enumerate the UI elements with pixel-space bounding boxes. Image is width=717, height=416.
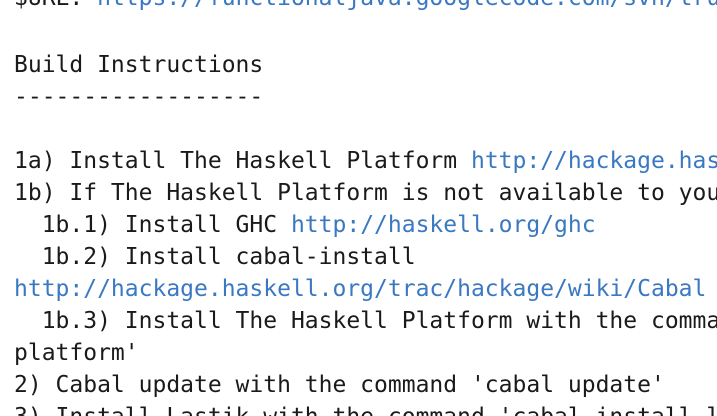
step-1a-line: 1a) Install The Haskell Platform http://… (14, 145, 717, 177)
haskell-platform-link[interactable]: http://hackage.has (471, 148, 717, 174)
step-1a-text: 1a) Install The Haskell Platform (14, 148, 471, 174)
step-2-line: 2) Cabal update with the command 'cabal … (14, 372, 665, 398)
step-1b2-line: 1b.2) Install cabal-install (14, 244, 416, 270)
step-1b1-text: 1b.1) Install GHC (14, 212, 291, 238)
readme-text-view: $URL: https://functionaljava.googlecode.… (0, 0, 717, 416)
source-url-link[interactable]: https://functionaljava.googlecode.com/sv… (97, 0, 717, 11)
step-1b1-line: 1b.1) Install GHC http://haskell.org/ghc (14, 209, 596, 241)
cabal-wiki-line: http://hackage.haskell.org/trac/hackage/… (14, 273, 706, 305)
source-url-line: $URL: https://functionaljava.googlecode.… (14, 0, 717, 14)
step-3-line: 3) Install Lastik with the command 'caba… (14, 401, 717, 416)
heading-underline: ------------------ (14, 84, 264, 110)
ghc-link[interactable]: http://haskell.org/ghc (291, 212, 596, 238)
step-1b-line: 1b) If The Haskell Platform is not avail… (14, 180, 717, 206)
cabal-wiki-link[interactable]: http://hackage.haskell.org/trac/hackage/… (14, 276, 706, 302)
build-instructions-heading: Build Instructions (14, 52, 264, 78)
source-url-label: $URL: (14, 0, 97, 11)
step-1b3-continuation: platform' (14, 340, 139, 366)
step-1b3-line: 1b.3) Install The Haskell Platform with … (14, 308, 717, 334)
